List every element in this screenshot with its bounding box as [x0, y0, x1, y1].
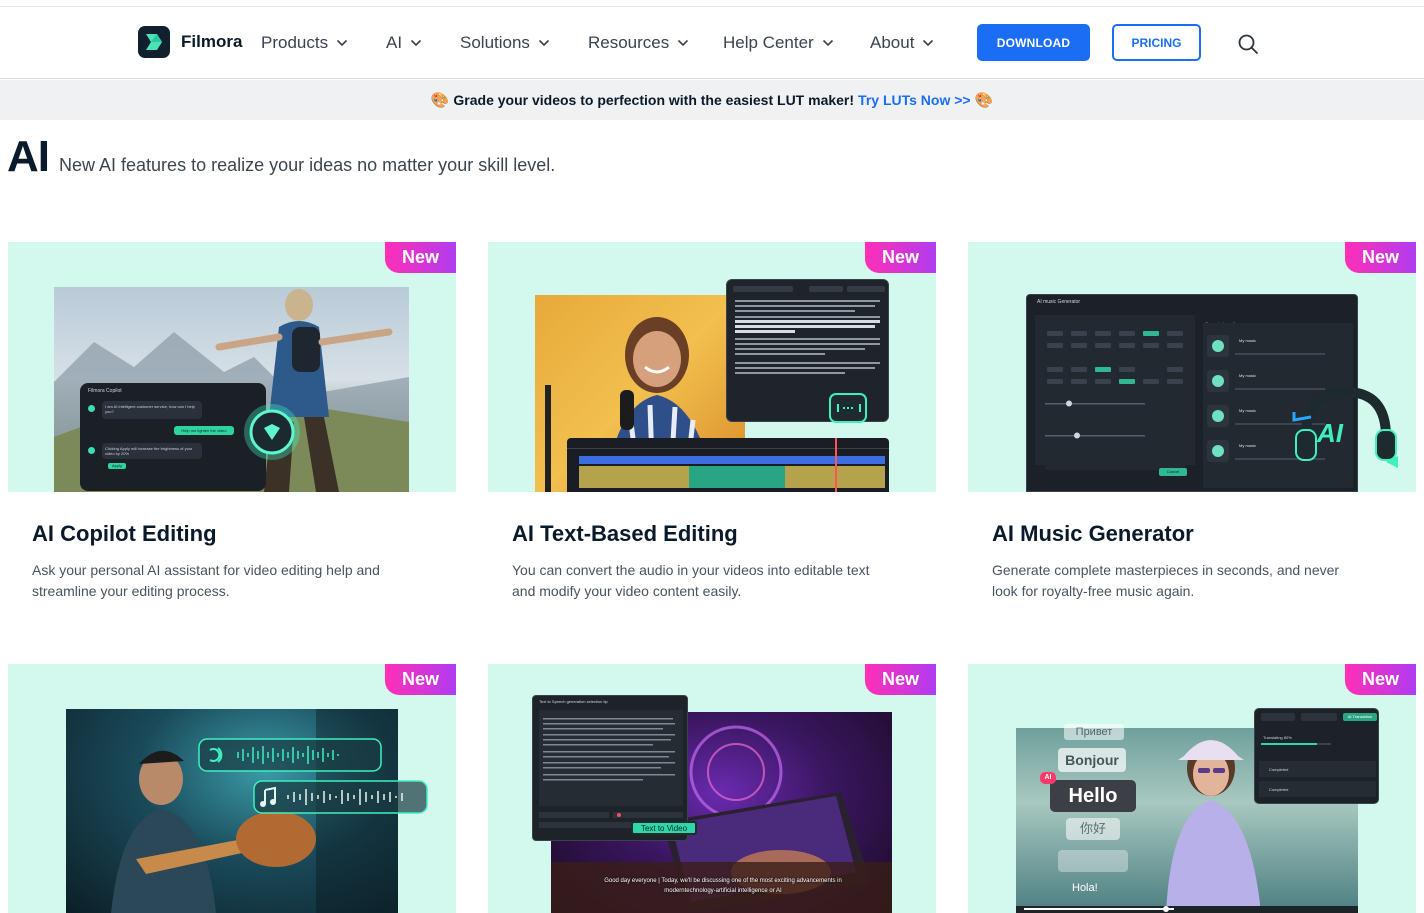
translation-word: 你好 [1066, 818, 1120, 840]
nav-about[interactable]: About [870, 33, 934, 53]
music-track-label: My music [1239, 408, 1256, 413]
chevron-down-icon [822, 39, 833, 47]
translation-status: Completed [1269, 787, 1289, 792]
chevron-down-icon [923, 39, 934, 47]
nav-resources[interactable]: Resources [588, 33, 689, 53]
feature-card-text-to-video[interactable]: Text to Speech generation selection tip … [488, 664, 936, 913]
translation-ai-badge: AI [1040, 772, 1056, 784]
promo-banner: 🎨 Grade your videos to perfection with t… [0, 80, 1424, 120]
timeline-panel [567, 438, 889, 492]
new-badge: New [385, 242, 456, 273]
card-title: AI Copilot Editing [32, 521, 217, 546]
copilot-user-reply: Help me lighten the video [174, 426, 234, 435]
card-image: Filmora Copilot I am AI intelligent cust… [8, 242, 456, 492]
card-title: AI Text-Based Editing [512, 521, 738, 546]
translation-word: Bonjour [1058, 748, 1126, 772]
translation-word: Hola! [1072, 882, 1098, 894]
translation-status: Completed [1269, 767, 1289, 772]
chevron-down-icon [678, 39, 689, 47]
copilot-avatar [88, 447, 95, 454]
copilot-orb-icon [244, 404, 300, 460]
site-header: Filmora Products AI Solutions Resources … [0, 7, 1424, 79]
nav-products[interactable]: Products [261, 33, 348, 53]
card-image: Привет Bonjour Hello AI 你好 Hola! AI Tran… [968, 664, 1416, 913]
nav-label: Products [261, 33, 329, 52]
chevron-down-icon [538, 39, 550, 47]
download-button[interactable]: DOWNLOAD [977, 24, 1090, 61]
nav-label: About [870, 33, 915, 52]
palette-icon: 🎨 [430, 91, 450, 109]
new-badge: New [1345, 242, 1416, 273]
music-track-label: My music [1239, 338, 1256, 343]
card-description: Generate complete masterpieces in second… [992, 562, 1340, 599]
new-badge: New [865, 242, 936, 273]
nav-solutions[interactable]: Solutions [460, 33, 550, 53]
music-track-label: My music [1239, 373, 1256, 378]
copilot-panel: Filmora Copilot I am AI intelligent cust… [80, 383, 266, 491]
page-subtitle: New AI features to realize your ideas no… [59, 155, 556, 175]
card-image [8, 664, 456, 913]
card-description: Ask your personal AI assistant for video… [32, 562, 380, 599]
translation-placeholder [1058, 850, 1128, 872]
music-wave-chip [253, 780, 428, 814]
copilot-panel-title: Filmora Copilot [88, 388, 122, 394]
chevron-down-icon [337, 39, 348, 47]
card-image: AI music Generator Generated results [968, 242, 1416, 492]
music-cancel-button: Cancel [1159, 468, 1187, 476]
search-icon[interactable] [1237, 33, 1259, 55]
translation-status: Translating 80% [1263, 735, 1292, 740]
feature-card-copilot[interactable]: Filmora Copilot I am AI intelligent cust… [8, 242, 456, 622]
filmora-logo[interactable]: Filmora [138, 26, 242, 58]
card-image: Text to Speech generation selection tip … [488, 664, 936, 913]
nav-help-center[interactable]: Help Center [723, 33, 834, 53]
music-ai-label: AI [1317, 418, 1343, 448]
card-image [488, 242, 936, 492]
headphones-icon [1292, 386, 1398, 468]
copilot-message: Clicking Apply will increase the brightn… [102, 443, 202, 459]
nav-label: Resources [588, 33, 670, 52]
feature-card-translation[interactable]: Привет Bonjour Hello AI 你好 Hola! AI Tran… [968, 664, 1416, 913]
nav-label: Help Center [723, 33, 814, 52]
nav-ai[interactable]: AI [386, 33, 422, 53]
promo-link[interactable]: Try LUTs Now >> [858, 92, 971, 108]
logo-text: Filmora [181, 32, 243, 51]
card-title: AI Music Generator [992, 521, 1194, 546]
subtitle-icon [829, 393, 867, 423]
nav-label: AI [386, 33, 403, 52]
new-badge: New [385, 664, 456, 695]
new-badge: New [865, 664, 936, 695]
new-badge: New [1345, 664, 1416, 695]
card-description: You can convert the audio in your videos… [512, 562, 870, 599]
filmora-logo-icon [138, 26, 170, 58]
text-to-video-button: Text to Video [631, 821, 697, 835]
copilot-apply-button: Apply [108, 463, 126, 469]
tts-caption: Good day everyone | Today, we'll be disc… [604, 878, 842, 894]
promo-text: Grade your videos to perfection with the… [453, 92, 855, 108]
translation-panel: AI Translation Translating 80% Completed… [1254, 708, 1379, 804]
copilot-message: I am AI intelligent customer service, ho… [102, 401, 202, 419]
translation-word-highlight: Hello [1050, 780, 1136, 812]
palette-icon: 🎨 [974, 91, 994, 109]
copilot-avatar [88, 405, 95, 412]
voice-wave-chip [198, 738, 382, 772]
feature-card-text-based-editing[interactable]: New AI Text-Based Editing You can conver… [488, 242, 936, 622]
feature-card-music-generator[interactable]: AI music Generator Generated results [968, 242, 1416, 622]
chevron-down-icon [410, 39, 422, 47]
page-title: AI [7, 132, 50, 181]
pricing-button[interactable]: PRICING [1112, 24, 1201, 61]
translation-word: Привет [1064, 724, 1124, 740]
feature-card-audio[interactable]: New [8, 664, 456, 913]
nav-label: Solutions [460, 33, 530, 52]
music-track-label: My music [1239, 443, 1256, 448]
tts-panel: Text to Speech generation selection tip [532, 695, 688, 841]
